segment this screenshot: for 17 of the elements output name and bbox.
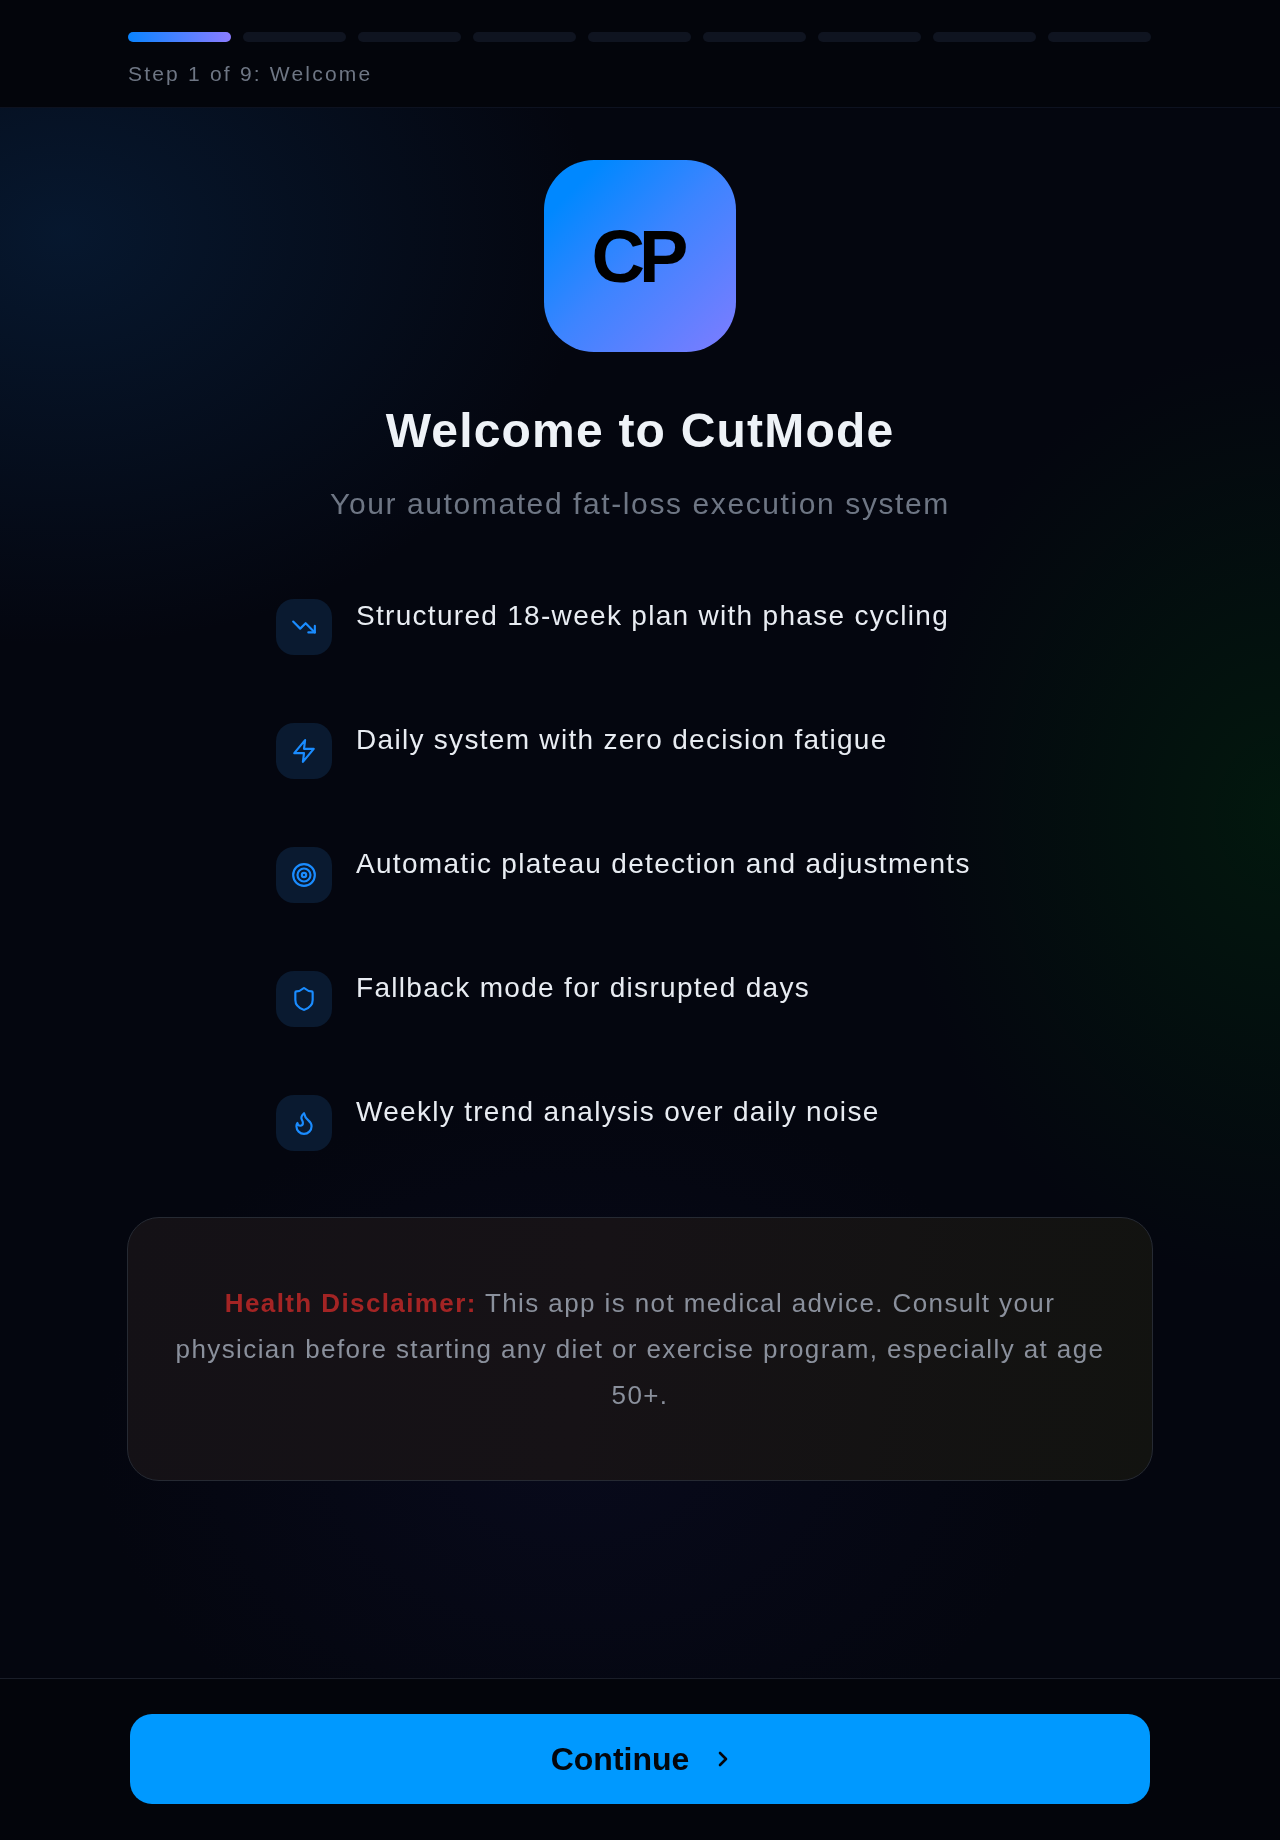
- app-logo: CP: [544, 160, 736, 352]
- lightning-icon: [276, 723, 332, 779]
- welcome-title: Welcome to CutMode: [385, 403, 895, 459]
- chevron-right-icon: [717, 1751, 730, 1767]
- step-label: Step 1 of 9: Welcome: [128, 61, 373, 87]
- subtitle: Your automated fat-loss execution system: [330, 486, 950, 522]
- target-icon: [276, 847, 332, 903]
- feature-text: Structured 18-week plan with phase cycling: [356, 599, 950, 633]
- disclaimer-text: Health Disclaimer: This app is not medical advice. Consult your physician before starting any diet or exercise program, especially at age 50+.: [174, 1287, 1106, 1412]
- continue-button[interactable]: Continue: [130, 1714, 1150, 1804]
- feature-text: Automatic plateau detection and adjustments: [356, 847, 971, 881]
- trend-down-icon: [276, 599, 332, 655]
- feature-text: Weekly trend analysis over daily noise: [356, 1095, 880, 1129]
- feature-text: Fallback mode for disrupted days: [356, 971, 811, 1005]
- flame-icon: [276, 1095, 332, 1151]
- feature-text: Daily system with zero decision fatigue: [356, 723, 888, 757]
- shield-icon: [276, 971, 332, 1027]
